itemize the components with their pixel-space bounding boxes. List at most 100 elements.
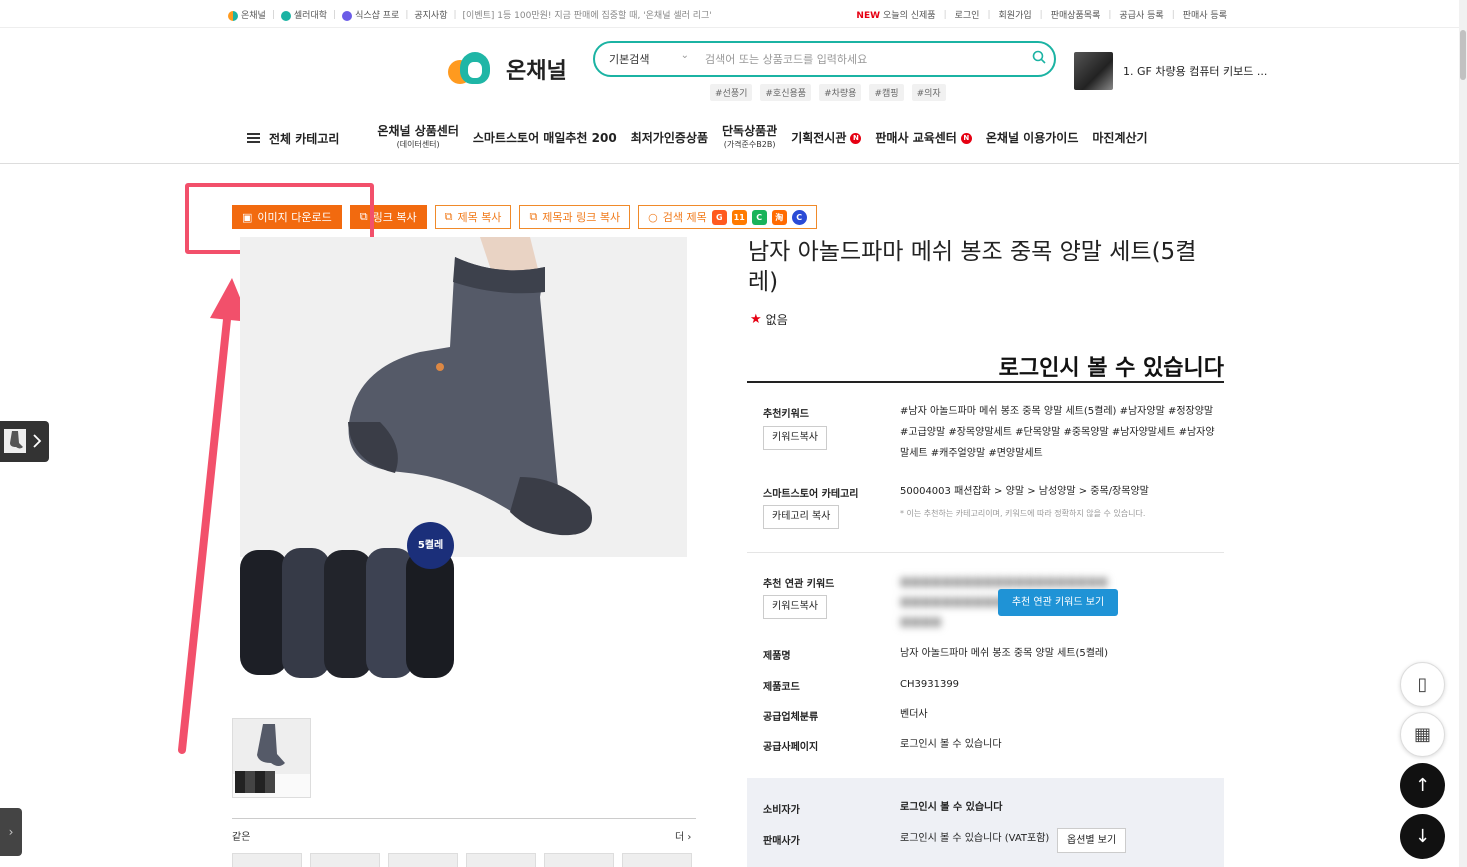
nav-items: 전체 카테고리 온채널 상품센터 (데이터센터) 스마트스토어 매일추천 200 … (247, 125, 1162, 151)
title-link-copy-button[interactable]: ⧉ 제목과 링크 복사 (519, 205, 631, 229)
nav-item-exclusive[interactable]: 단독상품관 (가격준수B2B) (722, 125, 777, 151)
product-title: 남자 아놀드파마 메쉬 봉조 중목 양말 세트(5켤레) (748, 239, 1197, 295)
all-categories-button[interactable]: 전체 카테고리 (247, 130, 339, 147)
tag-link[interactable]: #선풍기 (710, 84, 753, 101)
logo-text: 온채널 (506, 59, 567, 84)
product-code-value: CH3931399 (900, 679, 960, 690)
nav-item-label: 최저가인증상품 (630, 130, 708, 145)
smartstore-category-label: 스마트스토어 카테고리 (763, 489, 859, 500)
view-by-option-button[interactable]: 옵션별 보기 (1057, 828, 1127, 853)
related-keyword-copy-button[interactable]: 키워드복사 (763, 595, 827, 619)
supplier-type-label: 공급업체분류 (763, 712, 819, 723)
search-engine-icon[interactable]: 淘 (771, 209, 787, 225)
supplier-register-link[interactable]: 공급사 등록 (1119, 8, 1163, 21)
star-icon: ★ (750, 312, 762, 327)
scroll-bottom-button[interactable]: ↓ (1400, 814, 1445, 859)
nav-item-sublabel: (가격준수B2B) (723, 140, 776, 149)
title-copy-label: 제목 복사 (457, 211, 502, 224)
category-copy-button[interactable]: 카테고리 복사 (763, 505, 840, 529)
site-logo[interactable]: 온채널 (448, 50, 567, 88)
title-link-copy-label: 제목과 링크 복사 (542, 211, 621, 224)
notice-link[interactable]: 공지사항 (414, 8, 447, 21)
side-panel-toggle[interactable]: › (0, 808, 22, 856)
menu-icon (247, 131, 260, 145)
divider (747, 552, 1224, 553)
new-badge: N (960, 132, 972, 144)
copy-icon: ⧉ (444, 210, 453, 223)
category-note: * 이는 추천하는 카테고리이며, 키워드에 따라 정확하지 않을 수 있습니다… (900, 509, 1146, 518)
nav-item-margin-calculator[interactable]: 마진계산기 (1092, 131, 1147, 145)
recent-products-tab[interactable] (0, 421, 49, 462)
scrollbar-thumb[interactable] (1460, 30, 1466, 80)
nav-item-label: 기획전시관 (791, 130, 847, 145)
search-mode-select[interactable]: 기본검색 ⌄ (595, 50, 695, 67)
signup-link[interactable]: 회원가입 (999, 8, 1032, 21)
search-engine-icon[interactable]: C (791, 209, 807, 225)
recommended-keyword-value: #남자 아놀드파마 메쉬 봉조 중목 양말 세트(5켤레) #남자양말 #정장양… (900, 406, 1215, 459)
seller-university-link[interactable]: 셀러대학 (280, 8, 327, 21)
more-label: 더 (675, 832, 685, 843)
onchannel-logo-icon (228, 10, 238, 21)
nav-item-exhibition[interactable]: 기획전시관 N (791, 130, 862, 145)
nav-item-lowest-price[interactable]: 최저가인증상품 (630, 130, 708, 145)
seller-product-list-link[interactable]: 판매상품목록 (1051, 8, 1101, 21)
keyword-copy-button[interactable]: 키워드복사 (763, 426, 827, 450)
chevron-right-icon: › (687, 832, 692, 843)
title-copy-button[interactable]: ⧉ 제목 복사 (434, 205, 512, 229)
divider: | (1039, 9, 1043, 20)
new-badge: NEW (856, 11, 881, 21)
search-input[interactable] (695, 52, 1024, 66)
product-name-value: 남자 아놀드파마 메쉬 봉조 중목 양말 세트(5켤레) (900, 648, 1109, 659)
show-related-keywords-button[interactable]: 추천 연관 키워드 보기 (998, 589, 1118, 616)
same-product-thumbnail[interactable] (232, 853, 302, 867)
tag-link[interactable]: #호신용품 (760, 84, 812, 101)
same-product-thumbnail[interactable] (310, 853, 380, 867)
seller-university-icon (280, 10, 291, 21)
scroll-top-button[interactable]: ↑ (1400, 763, 1445, 808)
search-engine-icon[interactable]: 11 (731, 209, 747, 225)
nav-item-smartstore-daily[interactable]: 스마트스토어 매일추천 200 (472, 130, 617, 145)
copy-icon: ⧉ (529, 210, 538, 223)
new-products-link[interactable]: NEW 오늘의 신제품 (856, 8, 935, 21)
seller-register-link[interactable]: 판매사 등록 (1183, 8, 1227, 21)
search-icon[interactable] (1024, 50, 1054, 68)
product-main-image (240, 237, 687, 557)
clipboard-button[interactable]: ▯ (1400, 662, 1445, 707)
product-name-label: 제품명 (763, 651, 791, 662)
divider: | (333, 9, 337, 20)
page-scrollbar[interactable] (1459, 0, 1467, 867)
same-product-thumbnail[interactable] (544, 853, 614, 867)
nav-item-product-center[interactable]: 온채널 상품센터 (데이터센터) (377, 125, 458, 151)
seller-price-label: 판매사가 (763, 836, 800, 847)
search-engine-icon[interactable]: G (711, 209, 727, 225)
divider: | (1171, 9, 1175, 20)
nav-item-guide[interactable]: 온채널 이용가이드 (986, 131, 1079, 145)
same-product-thumbnail[interactable] (466, 853, 536, 867)
search-title-button[interactable]: ○ 검색 제목 G 11 C 淘 C (638, 205, 817, 229)
same-product-thumbnail[interactable] (622, 853, 692, 867)
login-link[interactable]: 로그인 (955, 8, 980, 21)
search-engine-icon[interactable]: C (751, 209, 767, 225)
tag-link[interactable]: #차량용 (819, 84, 862, 101)
sixshop-pro-label: 식스샵 프로 (355, 11, 400, 21)
consumer-price-value: 로그인시 볼 수 있습니다 (900, 802, 1003, 813)
more-link[interactable]: 더 › (675, 828, 691, 843)
tag-link[interactable]: #캠핑 (869, 84, 904, 101)
nav-item-label: 스마트스토어 매일추천 200 (472, 130, 617, 145)
ranking-thumbnail (1074, 52, 1113, 90)
related-keyword-label: 추천 연관 키워드 (763, 579, 835, 590)
consumer-price-label: 소비자가 (763, 805, 800, 816)
calculator-button[interactable]: ▦ (1400, 712, 1445, 757)
image-thumbnail[interactable] (232, 718, 311, 798)
arrow-up-icon: ↑ (1414, 775, 1431, 796)
sixshop-pro-link[interactable]: 식스샵 프로 (342, 8, 399, 21)
smartstore-category-value: 50004003 패션잡화 > 양말 > 남성양말 > 중목/장목양말 (900, 486, 1149, 497)
nav-item-education[interactable]: 판매사 교육센터 N (875, 131, 972, 145)
same-product-thumbnail[interactable] (388, 853, 458, 867)
clipboard-icon: ▯ (1417, 674, 1428, 695)
onchannel-link[interactable]: 온채널 (228, 8, 266, 21)
tag-link[interactable]: #의자 (911, 84, 946, 101)
event-banner-link[interactable]: [이벤트] 1등 100만원! 지금 판매에 집중할 때, '온채널 셀러 리그… (463, 8, 712, 21)
divider: | (987, 9, 991, 20)
ranking-ticker[interactable]: 1. GF 차량용 컴퓨터 키보드 ... (1074, 52, 1267, 90)
